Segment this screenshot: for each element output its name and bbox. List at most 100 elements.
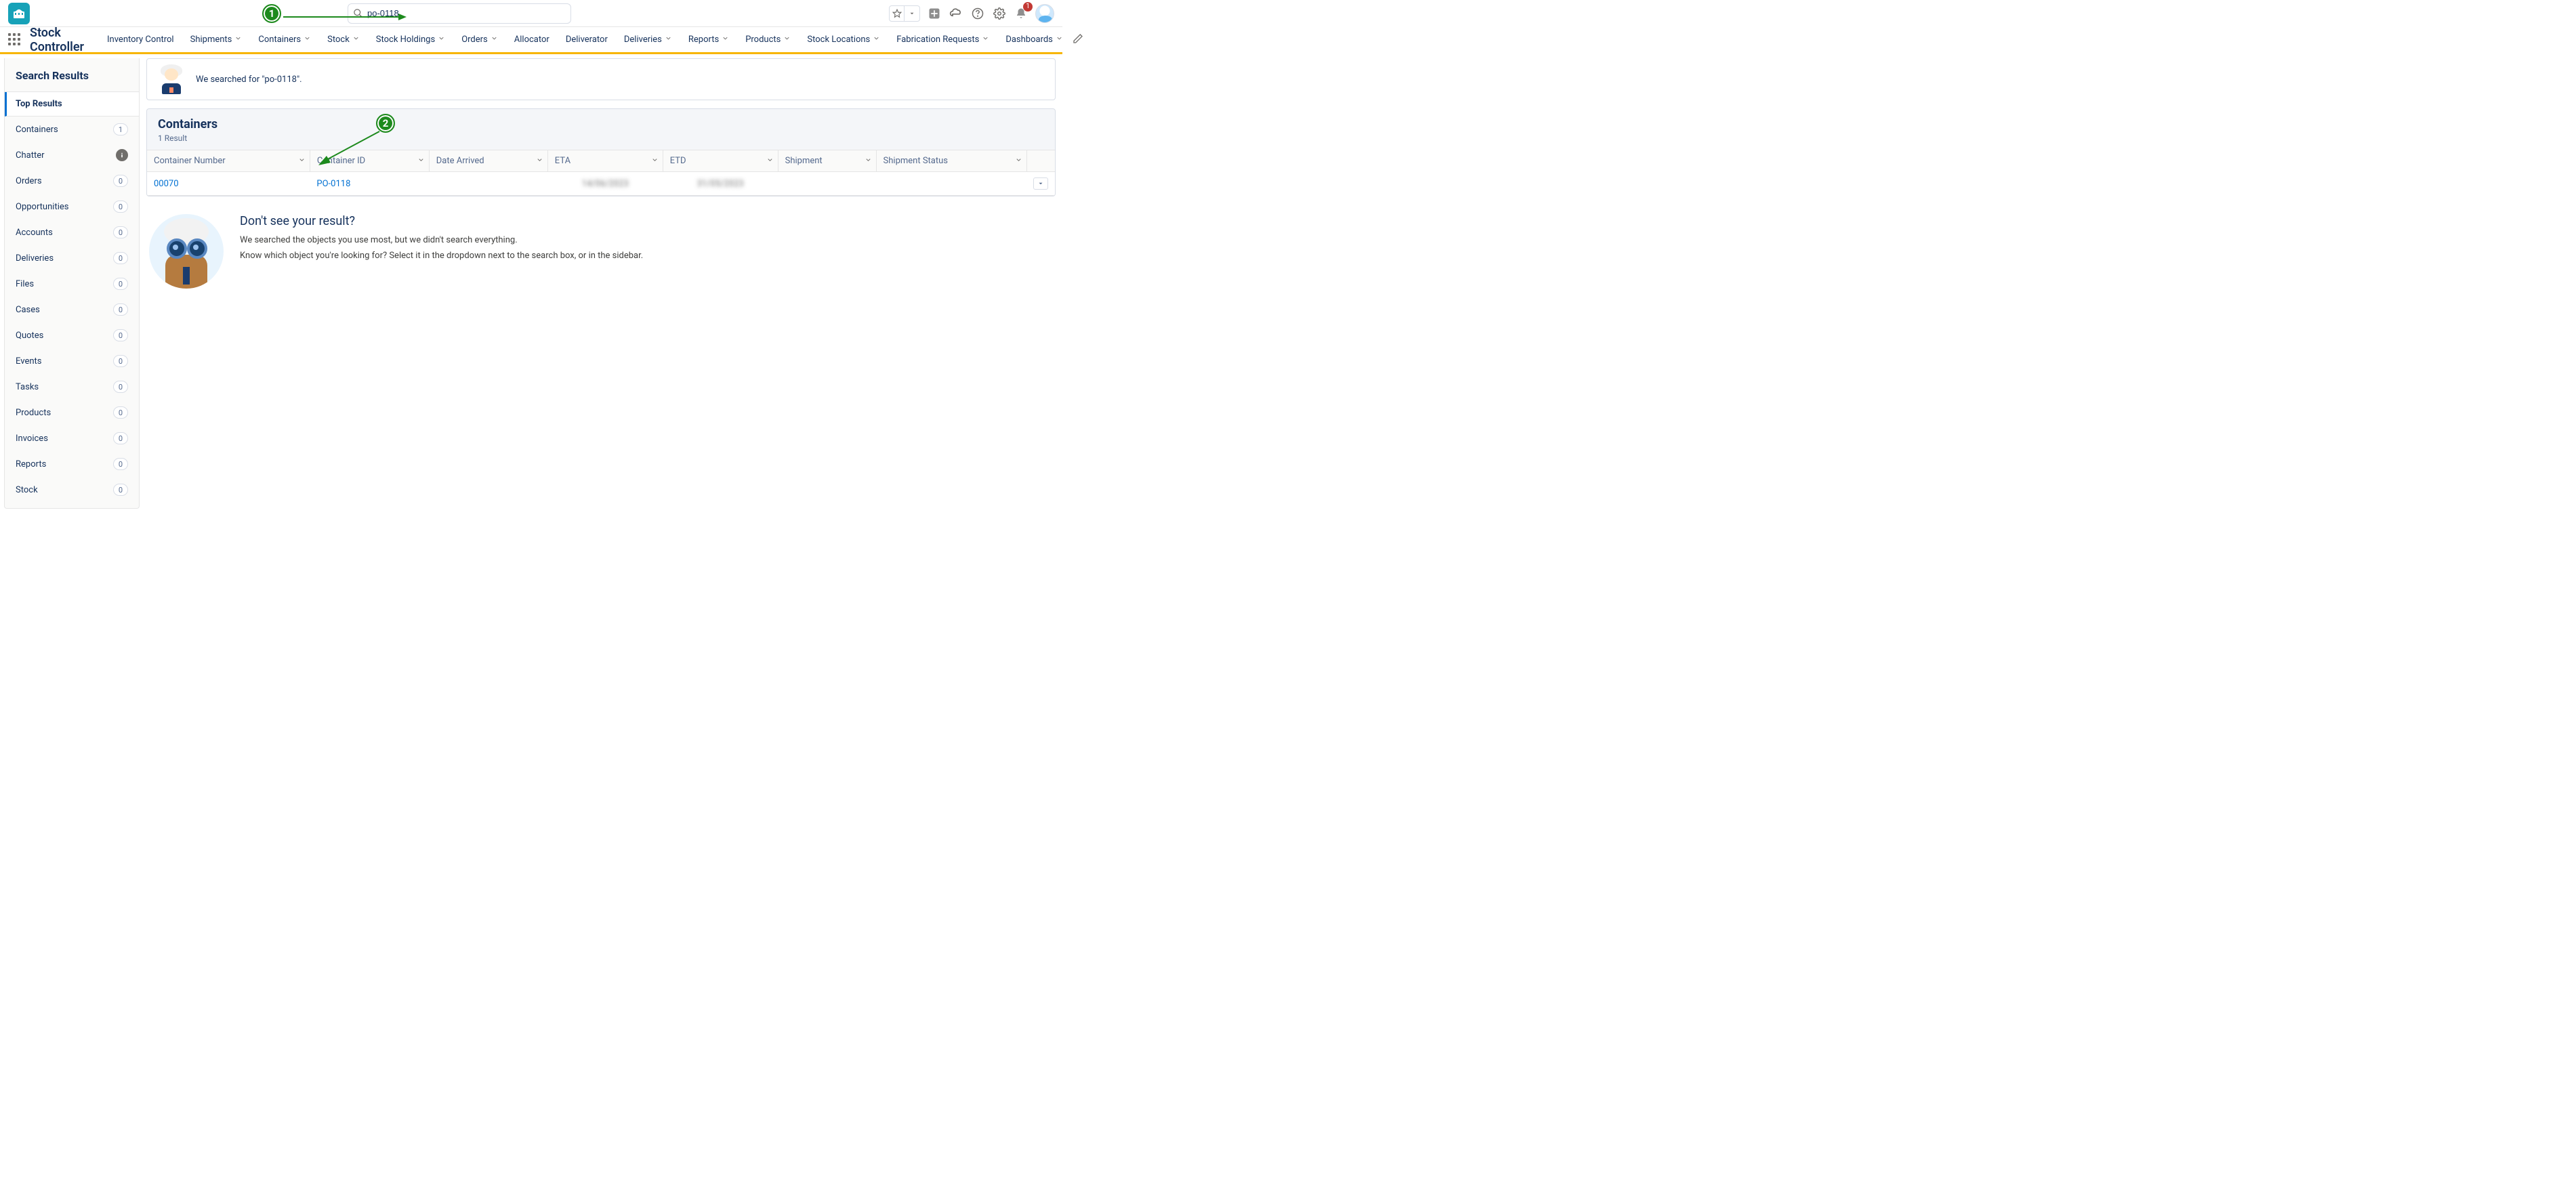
sidebar-item-label: Top Results [16, 99, 62, 109]
sidebar-item-tasks[interactable]: Tasks 0 [5, 374, 139, 400]
gear-icon[interactable] [992, 6, 1007, 21]
salesforce-cloud-icon[interactable] [949, 6, 963, 21]
column-container-number[interactable]: Container Number [147, 150, 310, 172]
chevron-down-icon[interactable] [352, 35, 360, 45]
favorites-toggle[interactable] [889, 5, 920, 22]
chevron-down-icon[interactable] [783, 35, 791, 45]
sidebar-item-label: Deliveries [16, 253, 54, 264]
chevron-down-icon[interactable] [1015, 156, 1022, 166]
sidebar-item-count: 0 [113, 432, 128, 444]
nav-item-label: Deliveries [624, 35, 662, 45]
nav-item-stock-holdings[interactable]: Stock Holdings [369, 26, 452, 54]
sidebar-item-label: Tasks [16, 382, 39, 392]
chevron-down-icon[interactable] [766, 156, 774, 166]
notifications-icon[interactable]: 1 [1014, 6, 1029, 21]
search-icon [353, 8, 363, 21]
sidebar-item-label: Containers [16, 125, 58, 135]
app-name: Stock Controller [30, 26, 84, 54]
nav-item-containers[interactable]: Containers [251, 26, 318, 54]
chevron-down-icon[interactable] [438, 35, 445, 45]
nav-item-allocator[interactable]: Allocator [507, 26, 556, 54]
row-action-cell [1026, 172, 1055, 196]
nav-item-label: Orders [461, 35, 488, 45]
sidebar-item-opportunities[interactable]: Opportunities0 [5, 194, 139, 219]
sidebar-item-count: 0 [113, 355, 128, 367]
app-launcher-icon[interactable] [8, 33, 20, 47]
chevron-down-icon[interactable] [491, 35, 498, 45]
chevron-down-icon[interactable] [234, 35, 242, 45]
chevron-down-icon[interactable] [417, 156, 425, 166]
avatar[interactable] [1035, 4, 1054, 23]
sidebar-item-orders[interactable]: Orders0 [5, 168, 139, 194]
sidebar-item-quotes[interactable]: Quotes0 [5, 322, 139, 348]
nav-item-products[interactable]: Products [739, 26, 797, 54]
sidebar-item-chatter[interactable]: Chatter [5, 142, 139, 168]
column-etd[interactable]: ETD [663, 150, 778, 172]
nav-item-deliveries[interactable]: Deliveries [617, 26, 679, 54]
chevron-down-icon[interactable] [982, 35, 989, 45]
column-shipment[interactable]: Shipment [778, 150, 876, 172]
chevron-down-icon[interactable] [865, 156, 872, 166]
chevron-down-icon[interactable] [722, 35, 729, 45]
results-title: Containers [158, 117, 1044, 131]
no-result-helper: Don't see your result? We searched the o… [146, 207, 1056, 295]
sidebar-item-label: Files [16, 279, 34, 289]
chevron-down-icon[interactable] [651, 156, 659, 166]
sidebar-item-reports[interactable]: Reports0 [5, 451, 139, 477]
results-subtitle: 1 Result [158, 133, 1044, 143]
sidebar-item-count: 1 [113, 123, 128, 135]
column-eta[interactable]: ETA [547, 150, 663, 172]
sidebar-item-invoices[interactable]: Invoices0 [5, 425, 139, 451]
help-icon[interactable] [970, 6, 985, 21]
column-date-arrived[interactable]: Date Arrived [429, 150, 547, 172]
chevron-down-icon[interactable] [1056, 35, 1063, 45]
sidebar-item-events[interactable]: Events0 [5, 348, 139, 374]
cell-container-id[interactable]: PO-0118 [310, 172, 429, 196]
nav-item-label: Stock Locations [807, 35, 870, 45]
column-label: Container Number [154, 156, 226, 166]
chevron-down-icon[interactable] [536, 156, 543, 166]
sidebar-item-count: 0 [113, 458, 128, 470]
search-input[interactable] [348, 3, 571, 24]
sidebar-item-files[interactable]: Files 0 [5, 271, 139, 297]
sidebar-item-count: 0 [113, 278, 128, 290]
sidebar-item-cases[interactable]: Cases0 [5, 297, 139, 322]
sidebar-item-label: Accounts [16, 228, 53, 238]
add-icon[interactable] [927, 6, 942, 21]
nav-item-inventory-control[interactable]: Inventory Control [100, 26, 181, 54]
sidebar-item-top-results[interactable]: Top Results [5, 92, 139, 117]
star-icon[interactable] [890, 6, 905, 21]
cell-shipment [778, 172, 876, 196]
nav-item-fabrication-requests[interactable]: Fabrication Requests [890, 26, 996, 54]
nav-item-deliverator[interactable]: Deliverator [559, 26, 615, 54]
einstein-icon [157, 64, 186, 94]
nav-item-label: Stock Holdings [376, 35, 435, 45]
nav-item-orders[interactable]: Orders [455, 26, 505, 54]
edit-nav-icon[interactable] [1070, 33, 1086, 47]
nav-item-label: Stock [327, 35, 350, 45]
nav-item-stock-locations[interactable]: Stock Locations [800, 26, 887, 54]
sidebar-item-accounts[interactable]: Accounts0 [5, 219, 139, 245]
chevron-down-icon[interactable] [298, 156, 306, 166]
nav-item-shipments[interactable]: Shipments [184, 26, 249, 54]
sidebar-item-count: 0 [113, 381, 128, 393]
sidebar-item-stock[interactable]: Stock0 [5, 477, 139, 503]
nav-item-stock[interactable]: Stock [320, 26, 367, 54]
table-row[interactable]: 00070 PO-0118 14/06/2023 31/05/2023 [147, 172, 1055, 196]
cell-container-number[interactable]: 00070 [147, 172, 310, 196]
sidebar-item-deliveries[interactable]: Deliveries0 [5, 245, 139, 271]
chevron-down-icon[interactable] [873, 35, 880, 45]
nav-item-dashboards[interactable]: Dashboards [999, 26, 1070, 54]
sidebar-item-containers[interactable]: Containers 1 [5, 117, 139, 142]
sidebar-item-label: Opportunities [16, 202, 68, 212]
chevron-down-icon[interactable] [905, 6, 919, 21]
chevron-down-icon[interactable] [304, 35, 311, 45]
sidebar-item-label: Cases [16, 305, 40, 315]
sidebar-item-products[interactable]: Products0 [5, 400, 139, 425]
column-shipment-status[interactable]: Shipment Status [876, 150, 1026, 172]
chevron-down-icon[interactable] [665, 35, 672, 45]
row-action-menu[interactable] [1033, 177, 1048, 190]
no-result-line1: We searched the objects you use most, bu… [240, 235, 643, 245]
nav-item-reports[interactable]: Reports [682, 26, 736, 54]
column-container-id[interactable]: Container ID [310, 150, 429, 172]
